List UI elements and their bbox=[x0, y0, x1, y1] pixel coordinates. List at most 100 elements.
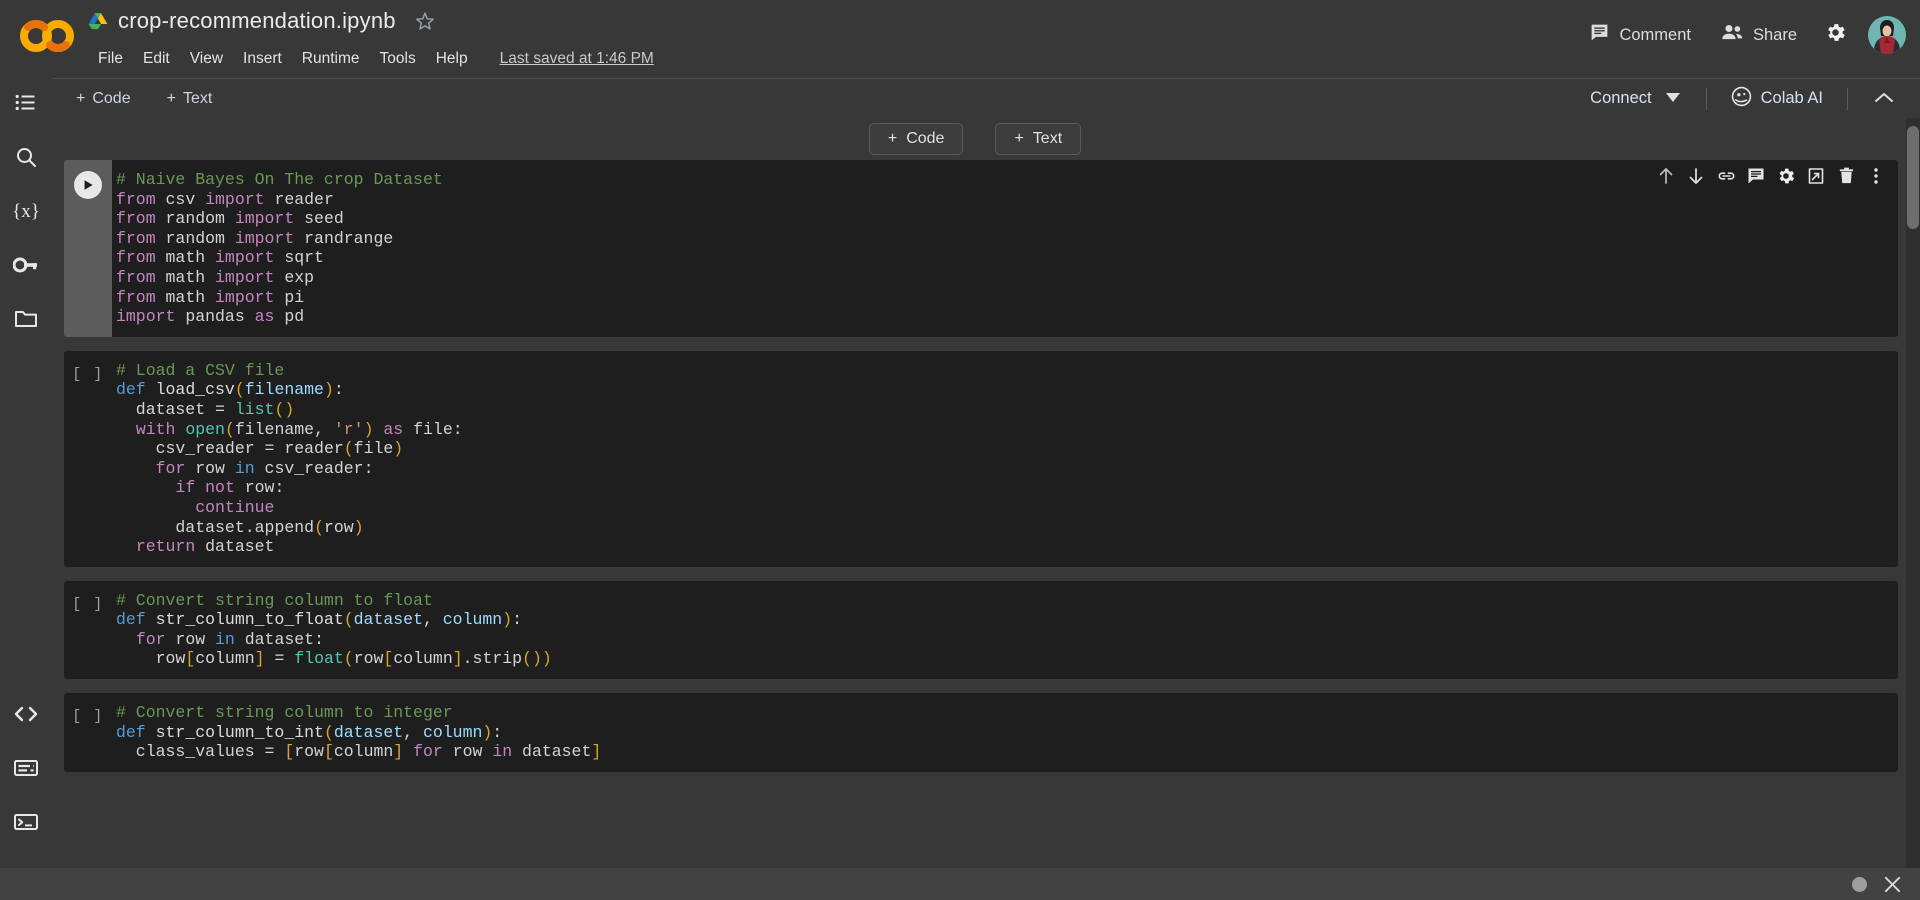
notebook-toolbar: + Code + Text Connect Colab AI bbox=[52, 78, 1920, 118]
code-token: not bbox=[205, 478, 245, 498]
code-cell[interactable]: [ ] # Convert string column to float def s… bbox=[64, 580, 1898, 680]
add-text-cell-button[interactable]: + Text bbox=[155, 86, 225, 112]
code-token: reader bbox=[274, 189, 334, 209]
code-token: row bbox=[195, 458, 235, 478]
code-token: float bbox=[294, 649, 344, 669]
sidebar-item-variables[interactable]: {x} bbox=[0, 186, 52, 240]
page-title[interactable]: crop-recommendation.ipynb bbox=[118, 8, 396, 34]
sidebar-item-command-palette[interactable] bbox=[0, 743, 52, 797]
floating-add-code-button[interactable]: + Code bbox=[868, 123, 964, 155]
code-token: ( bbox=[314, 517, 324, 537]
command-palette-icon bbox=[13, 758, 39, 783]
more-cell-actions-button[interactable] bbox=[1862, 164, 1890, 192]
code-token: for bbox=[155, 458, 196, 478]
sidebar-item-code-snippets[interactable] bbox=[0, 689, 52, 743]
settings-button[interactable] bbox=[1815, 12, 1856, 58]
code-token: row bbox=[353, 649, 384, 669]
code-line: def str_column_to_int(dataset, column): bbox=[116, 723, 1898, 743]
close-icon[interactable] bbox=[1883, 875, 1902, 894]
code-token: random bbox=[165, 209, 235, 229]
code-cell[interactable]: [ ] # Load a CSV file def load_csv(filenam… bbox=[64, 350, 1898, 567]
add-comment-button[interactable] bbox=[1742, 164, 1770, 192]
code-line: from math import pi bbox=[116, 288, 1898, 308]
notebook-scroll-area[interactable]: + Code + Text # Naive Bayes On The crop … bbox=[52, 118, 1920, 873]
code-line: from random import randrange bbox=[116, 229, 1898, 249]
code-editor[interactable]: # Convert string column to integer def st… bbox=[112, 693, 1898, 772]
sidebar-item-find-and-replace[interactable] bbox=[0, 132, 52, 186]
code-token: ) bbox=[363, 419, 374, 439]
code-line: import pandas as pd bbox=[116, 307, 1898, 327]
code-line: dataset = list() bbox=[116, 400, 1898, 420]
scrollbar-thumb[interactable] bbox=[1907, 126, 1919, 229]
code-token: row bbox=[244, 478, 275, 498]
floating-add-code-label: Code bbox=[906, 130, 945, 147]
code-token: csv bbox=[165, 189, 206, 209]
comment-button[interactable]: Comment bbox=[1577, 14, 1703, 56]
code-token: # Naive Bayes On The crop Dataset bbox=[116, 170, 443, 189]
code-token: from bbox=[116, 287, 166, 307]
run-cell-button[interactable]: [ ] bbox=[72, 704, 104, 772]
delete-cell-button[interactable] bbox=[1832, 164, 1860, 192]
code-token: append bbox=[254, 517, 315, 537]
arrow-up-icon bbox=[1656, 166, 1676, 191]
move-cell-down-button[interactable] bbox=[1682, 164, 1710, 192]
code-cell[interactable]: [ ] # Convert string column to integer def… bbox=[64, 693, 1898, 772]
code-token: list bbox=[234, 399, 275, 419]
menu-item-insert[interactable]: Insert bbox=[233, 48, 292, 70]
status-dot-icon[interactable] bbox=[1852, 876, 1867, 892]
sidebar-item-terminal[interactable] bbox=[0, 797, 52, 851]
code-editor[interactable]: # Naive Bayes On The crop Dataset from cs… bbox=[112, 160, 1898, 337]
menu-item-help[interactable]: Help bbox=[426, 48, 478, 70]
collapse-toolbar-button[interactable] bbox=[1862, 84, 1906, 114]
code-token: for bbox=[135, 629, 176, 649]
code-token: from bbox=[116, 267, 166, 287]
code-token: randrange bbox=[304, 228, 394, 248]
svg-text:{x}: {x} bbox=[13, 201, 39, 222]
menu-item-runtime[interactable]: Runtime bbox=[292, 48, 370, 70]
code-line: dataset.append(row) bbox=[116, 518, 1898, 538]
run-cell-button[interactable]: [ ] bbox=[72, 592, 104, 679]
mirror-cell-button[interactable] bbox=[1802, 164, 1830, 192]
add-code-cell-button[interactable]: + Code bbox=[64, 86, 143, 112]
colab-ai-button[interactable]: Colab AI bbox=[1721, 80, 1833, 118]
code-line: csv_reader = reader(file) bbox=[116, 439, 1898, 459]
chevron-down-icon[interactable] bbox=[1665, 89, 1680, 108]
link-icon bbox=[1716, 166, 1737, 191]
run-cell-button[interactable]: [ ] bbox=[72, 362, 104, 567]
star-icon[interactable] bbox=[414, 10, 436, 32]
code-cell[interactable]: # Naive Bayes On The crop Dataset from cs… bbox=[64, 160, 1898, 337]
run-cell-button[interactable] bbox=[74, 171, 102, 199]
move-cell-up-button[interactable] bbox=[1652, 164, 1680, 192]
colab-logo[interactable] bbox=[18, 16, 76, 56]
code-token: ) bbox=[482, 722, 493, 742]
code-token: [ bbox=[284, 742, 295, 762]
cell-settings-button[interactable] bbox=[1772, 164, 1800, 192]
code-token: def bbox=[116, 380, 156, 400]
comment-label: Comment bbox=[1619, 25, 1691, 44]
menu-item-file[interactable]: File bbox=[88, 48, 133, 70]
code-editor[interactable]: # Load a CSV file def load_csv(filename):… bbox=[112, 351, 1898, 567]
vertical-scrollbar[interactable] bbox=[1906, 118, 1920, 873]
link-to-cell-button[interactable] bbox=[1712, 164, 1740, 192]
code-token: reader bbox=[284, 439, 344, 459]
connect-button[interactable]: Connect bbox=[1578, 83, 1691, 114]
menu-item-edit[interactable]: Edit bbox=[133, 48, 180, 70]
menu-item-view[interactable]: View bbox=[180, 48, 233, 70]
last-saved-status[interactable]: Last saved at 1:46 PM bbox=[500, 50, 654, 68]
sidebar-item-table-of-contents[interactable] bbox=[0, 78, 52, 132]
sidebar-item-secrets[interactable] bbox=[0, 240, 52, 294]
code-token: csv_reader bbox=[116, 439, 265, 459]
menu-item-tools[interactable]: Tools bbox=[370, 48, 426, 70]
code-token: csv_reader bbox=[264, 458, 364, 478]
floating-add-text-button[interactable]: + Text bbox=[995, 123, 1082, 155]
code-token: : bbox=[314, 629, 324, 649]
code-editor[interactable]: # Convert string column to float def str_… bbox=[112, 581, 1898, 679]
cell-gutter: [ ] bbox=[64, 693, 112, 772]
share-button[interactable]: Share bbox=[1709, 14, 1809, 56]
code-token: = bbox=[215, 399, 235, 419]
avatar[interactable] bbox=[1868, 16, 1906, 54]
sidebar-item-files[interactable] bbox=[0, 294, 52, 348]
code-token: from bbox=[116, 228, 166, 248]
